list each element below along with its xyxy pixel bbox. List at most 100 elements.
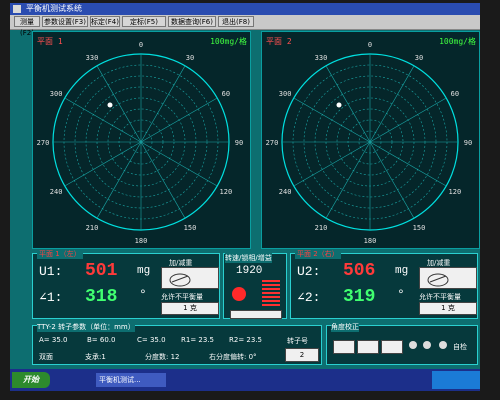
polar-grid: 0 30 60 90 120 150 180 210 240 270 300 330 [37,41,244,245]
grid-spoke [96,65,142,143]
polar-plot-plane1: 0 30 60 90 120 150 180 210 240 270 300 330 平面 1 100… [32,31,251,249]
grid-spoke [96,141,142,219]
window-title: 平衡机测试系统 [26,4,82,13]
allow-value-2[interactable]: 1 克 [419,302,477,315]
grid-spoke [325,141,371,219]
param-offset: 右分度偏转: 0° [209,353,257,361]
grid-spoke [64,141,142,187]
gain-bars [262,280,280,308]
angle-title: 角度校正 [331,322,359,332]
speed-panel: 转速/锁相/增益 1920 [223,253,287,319]
application-window: 平衡机测试系统 测量(F2) 参数设置(F3) 标定(F4) 定标(F5) 数据… [10,3,480,391]
angle-tick-label: 120 [449,188,462,196]
menu-item-measure[interactable]: 测量(F2) [14,16,40,37]
allow-label-2: 允许不平衡量 [419,293,461,301]
angle-tick-label: 180 [364,237,377,245]
grid-spoke [325,65,371,143]
angle-tick-label: 90 [235,139,243,147]
angle1-label: ∠1: [39,290,63,305]
param-c: C= 35.0 [137,336,166,344]
u2-value: 506 [343,261,376,281]
rotor-no-label: 转子号 [287,337,308,345]
allow-value-1[interactable]: 1 克 [161,302,219,315]
app-icon [13,5,21,13]
angle-tick-label: 0 [139,41,143,49]
rotor-no-field[interactable]: 2 [285,348,319,362]
balance-icon [427,273,449,287]
angle-tick-label: 30 [415,54,423,62]
plane2-title: 平面 2 [266,37,292,46]
speed-panel-title: 转速/锁相/增益 [225,253,272,263]
grid-spoke [369,65,415,143]
grid-spoke [140,97,218,143]
indicator-light [409,341,417,349]
angle-tick-label: 60 [451,90,459,98]
angle-field-1[interactable] [333,340,355,354]
menu-item-query[interactable]: 数据查询(F6) [168,16,216,27]
system-tray [432,371,480,389]
start-button[interactable]: 开始 [12,372,50,388]
param-r1: R1= 23.5 [181,336,214,344]
angle-tick-label: 180 [135,237,148,245]
angle-field-3[interactable] [381,340,403,354]
u2-label: U2: [297,264,321,279]
angle-tick-label: 270 [37,139,50,147]
u2-unit: mg [395,265,409,277]
angle-tick-label: 150 [184,224,197,232]
param-support: 支承:1 [85,353,106,361]
angle-tick-label: 0 [368,41,372,49]
add-sub-indicator-1[interactable] [161,267,219,289]
menu-item-define[interactable]: 定标(F5) [122,16,166,27]
angle1-unit: ° [139,287,147,302]
auto-check-label[interactable]: 自检 [453,342,467,352]
add-sub-indicator-2[interactable] [419,267,477,289]
param-a: A= 35.0 [39,336,68,344]
param-b: B= 60.0 [87,336,116,344]
speed-value: 1920 [236,265,263,277]
menu-item-calibrate[interactable]: 标定(F4) [90,16,120,27]
angle-tick-label: 120 [220,188,233,196]
angle-correction-panel: 角度校正 自检 [326,322,478,365]
polar-plot-plane2: 0 30 60 90 120 150 180 210 240 270 300 330 平面 2 100… [261,31,480,249]
params-title: TTY-2 转子参数（单位：mm） [37,322,135,332]
plane1-title: 平面 1 [37,37,63,46]
angle-tick-label: 300 [279,90,292,98]
plane2-scale: 100mg/格 [439,37,476,46]
param-mode: 双面 [39,353,53,361]
plane1-panel-title: 平面 1（左） [37,249,83,259]
angle2-value: 319 [343,287,376,307]
taskbar: 开始 平衡机测试... [10,369,480,391]
speed-field[interactable] [230,310,282,319]
grid-spoke [369,141,415,219]
angle1-value: 318 [85,287,118,307]
angle-tick-label: 330 [315,54,328,62]
plane1-scale: 100mg/格 [210,37,247,46]
polar-grid: 0 30 60 90 120 150 180 210 240 270 300 330 [266,41,473,245]
angle-tick-label: 330 [86,54,99,62]
unbalance-point [107,102,113,108]
grid-spoke [293,141,371,187]
indicator-light [423,341,431,349]
angle-tick-label: 210 [86,224,99,232]
plane2-result-panel: 平面 2（右） U2: 506 mg ∠2: 319 ° 加/减重 允许不平衡量… [290,249,478,319]
plane1-result-panel: 平面 1（左） U1: 501 mg ∠1: 318 ° 加/减重 允许不平衡量… [32,249,220,319]
menu-item-exit[interactable]: 退出(F8) [218,16,254,27]
angle-tick-label: 90 [464,139,472,147]
grid-spoke [64,97,142,143]
taskbar-app-item[interactable]: 平衡机测试... [96,373,166,387]
grid-spoke [369,97,447,143]
angle-tick-label: 150 [413,224,426,232]
grid-spoke [140,141,186,219]
angle-tick-label: 30 [186,54,194,62]
angle-field-2[interactable] [357,340,379,354]
angle-tick-label: 210 [315,224,328,232]
title-bar: 平衡机测试系统 [10,3,480,15]
unbalance-point [336,102,342,108]
menu-item-params[interactable]: 参数设置(F3) [42,16,88,27]
grid-spoke [369,141,447,187]
plane2-panel-title: 平面 2（右） [295,249,341,259]
u1-label: U1: [39,264,63,279]
angle2-label: ∠2: [297,290,321,305]
angle2-unit: ° [397,287,405,302]
allow-label-1: 允许不平衡量 [161,293,203,301]
